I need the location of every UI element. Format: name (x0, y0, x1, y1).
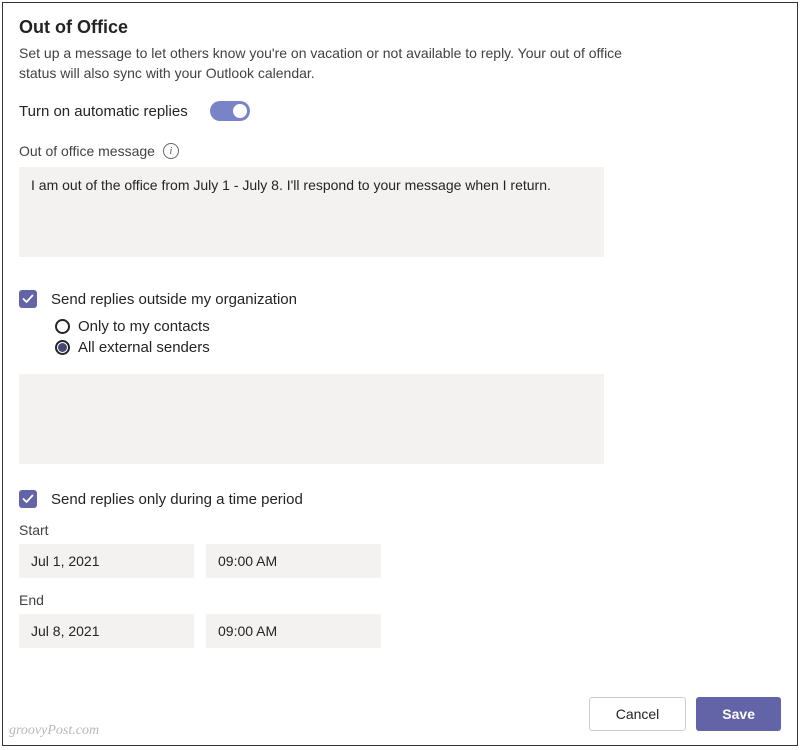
radio-label-contacts: Only to my contacts (78, 318, 210, 335)
save-button[interactable]: Save (696, 697, 781, 731)
start-date-input[interactable] (19, 544, 194, 578)
external-replies-row: Send replies outside my organization (19, 290, 781, 308)
message-label: Out of office message (19, 143, 155, 159)
dialog-description: Set up a message to let others know you'… (19, 44, 659, 83)
info-icon[interactable]: i (163, 143, 179, 159)
time-period-row: Send replies only during a time period (19, 490, 781, 508)
end-date-input[interactable] (19, 614, 194, 648)
radio-label-all: All external senders (78, 339, 210, 356)
ooo-message-input[interactable] (19, 167, 604, 257)
dialog-footer: Cancel Save (589, 697, 781, 731)
auto-replies-toggle[interactable] (210, 101, 250, 121)
check-icon (22, 293, 34, 305)
check-icon (22, 493, 34, 505)
radio-icon (55, 319, 70, 334)
external-message-input[interactable] (19, 374, 604, 464)
toggle-knob (233, 104, 247, 118)
cancel-button[interactable]: Cancel (589, 697, 687, 731)
start-time-input[interactable] (206, 544, 381, 578)
auto-replies-label: Turn on automatic replies (19, 103, 188, 120)
out-of-office-dialog: Out of Office Set up a message to let ot… (2, 2, 798, 746)
external-replies-label: Send replies outside my organization (51, 291, 297, 308)
watermark: groovyPost.com (9, 723, 99, 739)
dialog-title: Out of Office (19, 17, 781, 38)
external-scope-group: Only to my contacts All external senders (55, 318, 781, 356)
auto-replies-row: Turn on automatic replies (19, 101, 781, 121)
end-label: End (19, 592, 781, 608)
time-period-label: Send replies only during a time period (51, 491, 303, 508)
start-label: Start (19, 522, 781, 538)
external-replies-checkbox[interactable] (19, 290, 37, 308)
message-label-row: Out of office message i (19, 143, 781, 159)
start-row (19, 544, 781, 578)
time-period-checkbox[interactable] (19, 490, 37, 508)
radio-all-external[interactable]: All external senders (55, 339, 781, 356)
radio-icon (55, 340, 70, 355)
radio-only-contacts[interactable]: Only to my contacts (55, 318, 781, 335)
end-time-input[interactable] (206, 614, 381, 648)
end-row (19, 614, 781, 648)
